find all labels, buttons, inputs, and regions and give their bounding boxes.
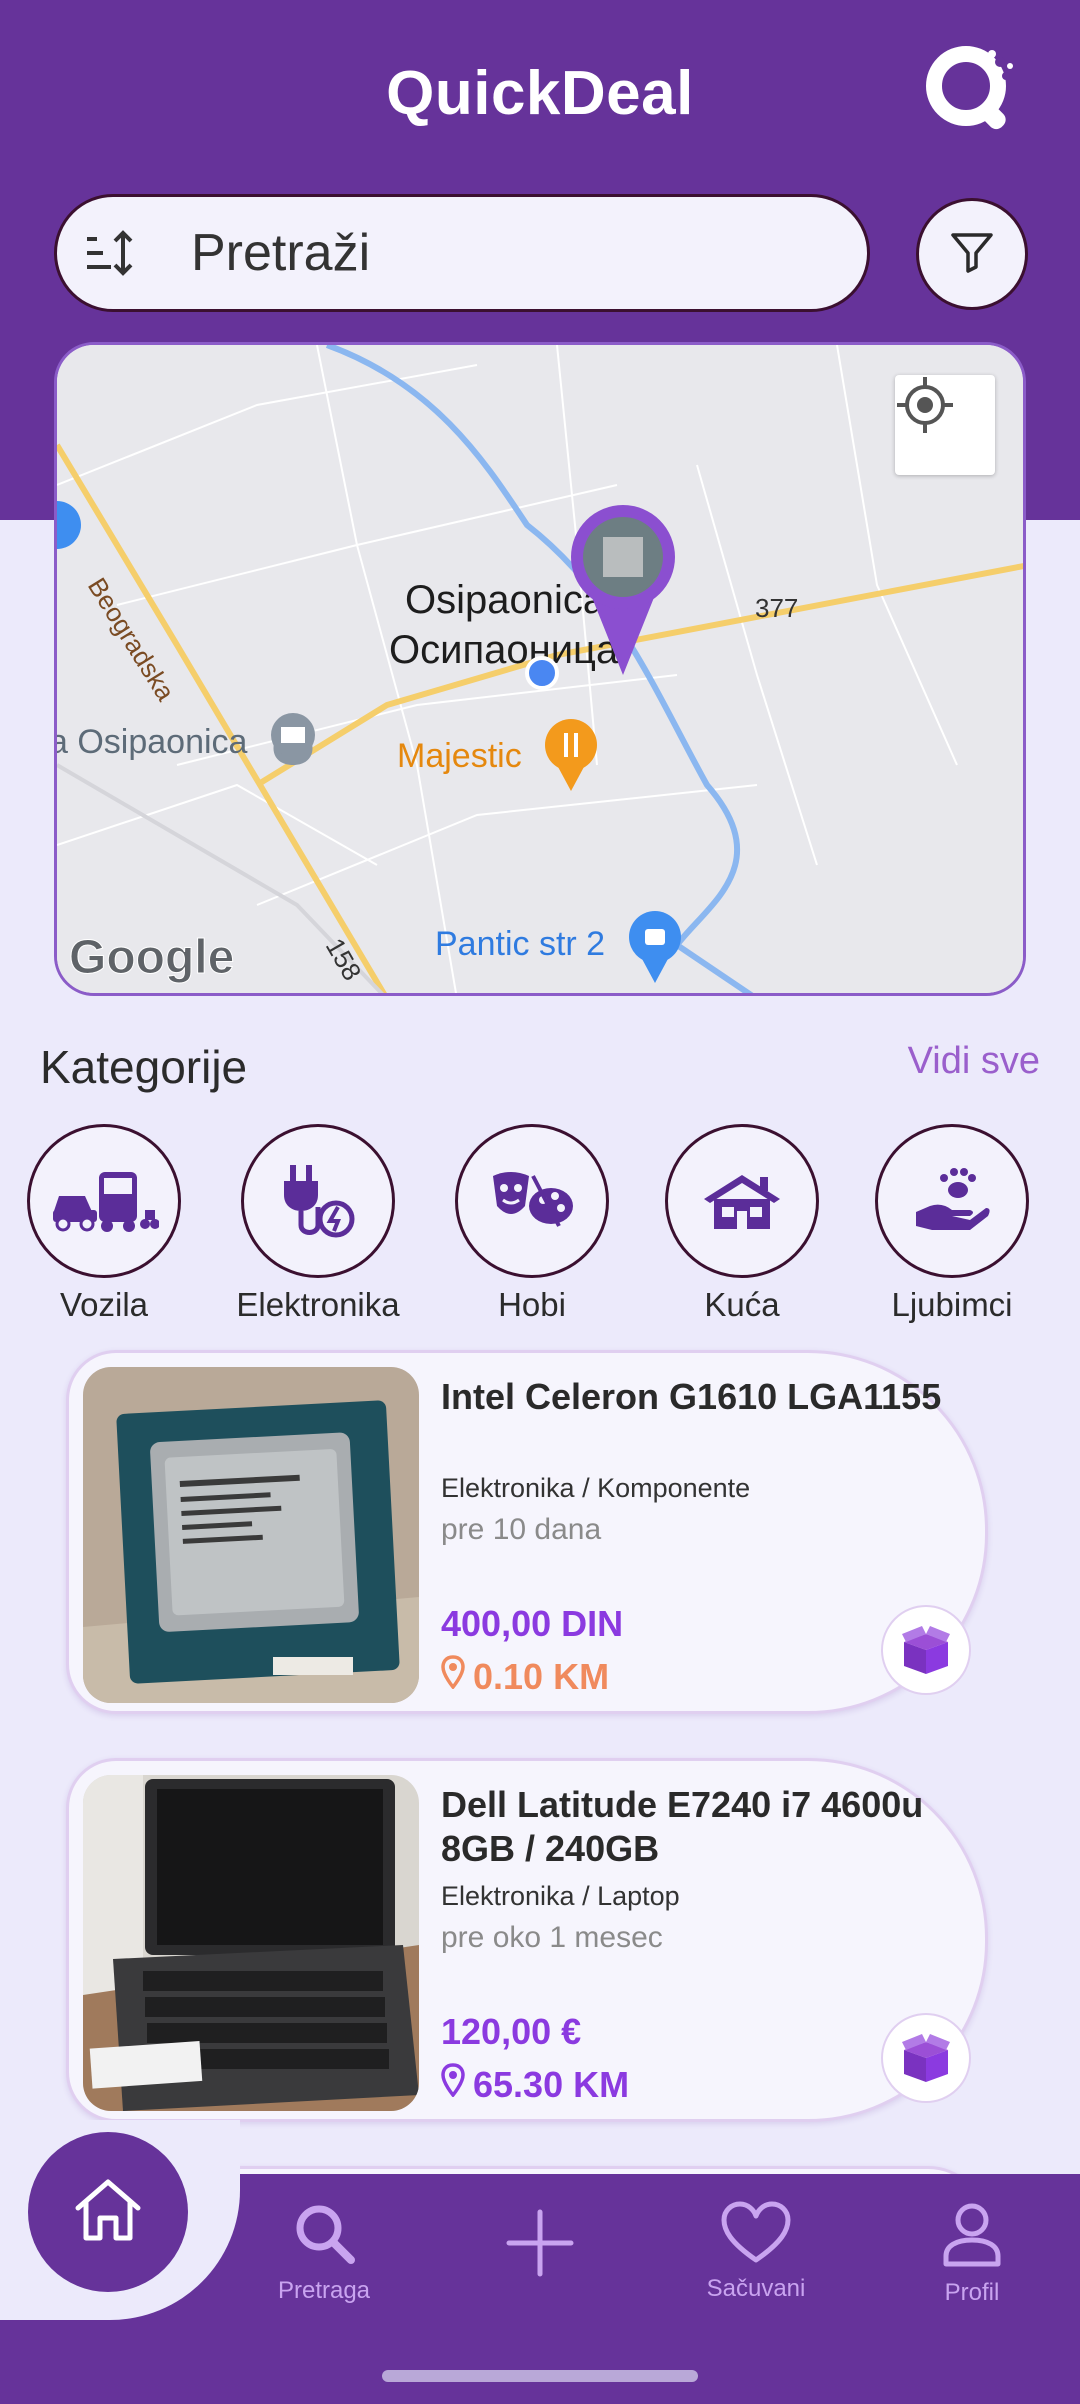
- category-label: Vozila: [59, 1286, 149, 1323]
- home-icon: [72, 2176, 144, 2249]
- listing-price: 120,00 €: [441, 2011, 582, 2052]
- filter-button[interactable]: [916, 198, 1028, 310]
- category-hobi[interactable]: Hobi: [432, 1124, 632, 1324]
- category-vozila[interactable]: Vozila: [4, 1124, 204, 1324]
- nav-search-button[interactable]: Pretraga: [244, 2200, 404, 2305]
- listing-title: Intel Celeron G1610 LGA1155: [441, 1376, 942, 1417]
- category-label: Hobi: [498, 1286, 566, 1323]
- category-elektronika[interactable]: Elektronika: [218, 1124, 418, 1324]
- nav-profile-button[interactable]: Profil: [892, 2200, 1052, 2307]
- plus-icon: [505, 2209, 575, 2282]
- user-icon: [940, 2203, 1004, 2272]
- map-canvas: Beogradska Osipaonica Осипаоница 377 158…: [57, 345, 1023, 993]
- listing-distance: 65.30 KM: [441, 2063, 629, 2106]
- nav-add-button[interactable]: [460, 2208, 620, 2283]
- listing-age: pre 10 dana: [441, 1513, 602, 1546]
- nav-saved-button[interactable]: Sačuvani: [676, 2200, 836, 2303]
- listing-card[interactable]: Dell Latitude E7240 i7 4600u 8GB / 240GB…: [66, 1758, 988, 2122]
- category-kuca[interactable]: Kuća: [642, 1124, 842, 1324]
- map-label-town-latin: Osipaonica: [405, 578, 606, 622]
- nav-label: Sačuvani: [706, 2275, 806, 2302]
- map-label-town-cyrillic: Осипаоница: [389, 628, 619, 672]
- map-label-road-377: 377: [755, 593, 798, 623]
- map-label-shop: Pantic str 2: [435, 925, 605, 963]
- post-pin-icon: [271, 713, 315, 765]
- category-label: Elektronika: [236, 1286, 400, 1323]
- nav-home-button[interactable]: [28, 2132, 188, 2292]
- listing-title: Dell Latitude E7240 i7 4600u 8GB / 240GB: [441, 1784, 924, 1869]
- categories-title: Kategorije: [40, 1041, 248, 1093]
- search-placeholder[interactable]: Pretraži: [191, 223, 370, 283]
- see-all-link[interactable]: Vidi sve: [908, 1040, 1040, 1083]
- search-input[interactable]: Pretraži: [54, 194, 870, 312]
- locate-me-button[interactable]: [895, 375, 995, 475]
- filter-icon: [949, 229, 995, 280]
- box-icon[interactable]: [881, 1605, 971, 1695]
- paw-hand-icon: [875, 1124, 1029, 1278]
- listing-photo-laptop: [83, 1775, 419, 2111]
- masks-palette-icon: [455, 1124, 609, 1278]
- location-pin-icon: [441, 2063, 465, 2106]
- listing-category: Elektronika / Komponente: [441, 1473, 751, 1503]
- map-view[interactable]: Beogradska Osipaonica Осипаоница 377 158…: [54, 342, 1026, 996]
- house-icon: [665, 1124, 819, 1278]
- home-indicator[interactable]: [382, 2370, 698, 2382]
- box-icon[interactable]: [881, 2013, 971, 2103]
- category-label: Ljubimci: [891, 1286, 1013, 1323]
- location-pin-icon: [441, 1655, 465, 1698]
- logo-q-icon[interactable]: [922, 42, 1018, 138]
- sort-icon[interactable]: [83, 225, 139, 281]
- listing-distance: 0.10 KM: [441, 1655, 609, 1698]
- listing-age: pre oko 1 mesec: [441, 1921, 663, 1954]
- google-attribution: Google: [69, 931, 234, 984]
- nav-label: Profil: [944, 2279, 1000, 2306]
- listing-price: 400,00 DIN: [441, 1603, 624, 1644]
- my-location-dot: [525, 656, 559, 690]
- listing-card[interactable]: Intel Celeron G1610 LGA1155 Elektronika …: [66, 1350, 988, 1714]
- listing-category: Elektronika / Laptop: [441, 1881, 680, 1911]
- app-title: QuickDeal: [386, 59, 694, 128]
- listing-distance-value: 0.10 KM: [473, 1655, 610, 1697]
- vehicles-icon: [27, 1124, 181, 1278]
- category-label: Kuća: [704, 1286, 780, 1323]
- map-label-post: a Osipaonica: [57, 723, 248, 761]
- category-ljubimci[interactable]: Ljubimci: [852, 1124, 1052, 1324]
- listing-distance-value: 65.30 KM: [473, 2063, 630, 2105]
- heart-icon: [720, 2201, 792, 2268]
- plug-icon: [241, 1124, 395, 1278]
- listing-photo-cpu: [83, 1367, 419, 1703]
- nav-label: Pretraga: [277, 2277, 371, 2304]
- map-label-restaurant: Majestic: [397, 737, 522, 775]
- search-icon: [291, 2205, 357, 2270]
